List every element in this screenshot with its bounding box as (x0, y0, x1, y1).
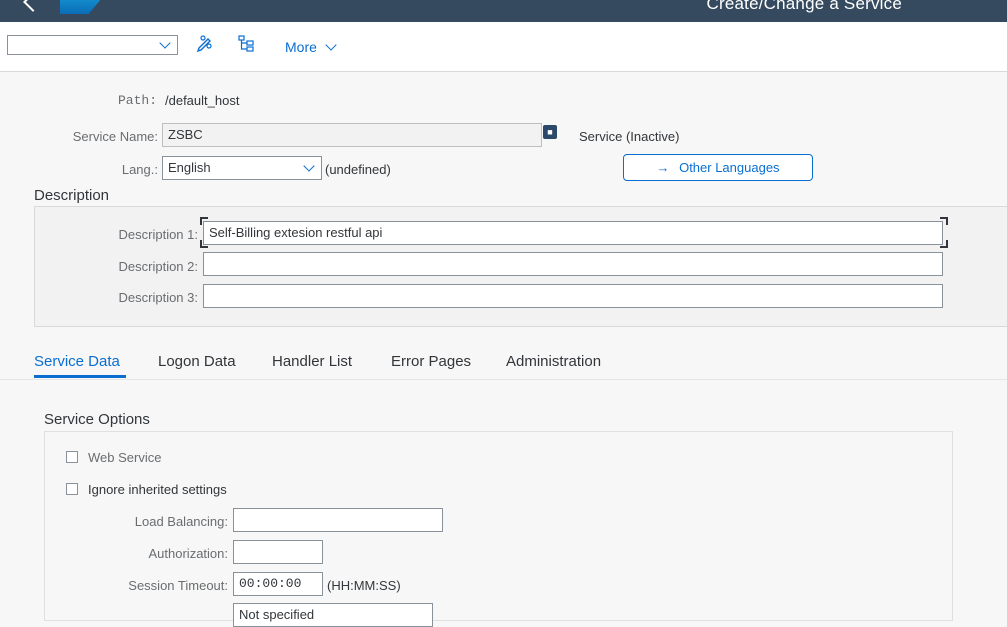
description-2-label: Description 2: (118, 259, 198, 274)
path-value: /default_host (165, 93, 240, 108)
more-label: More (285, 39, 317, 55)
path-label: Path: (118, 93, 158, 108)
sap-logo (60, 0, 112, 14)
compression-select[interactable]: Not specified (233, 603, 433, 627)
focus-corner (940, 217, 948, 225)
tab-error-pages[interactable]: Error Pages (391, 353, 471, 370)
hierarchy-icon[interactable] (235, 34, 257, 56)
chevron-down-icon (159, 37, 171, 49)
description-3-label: Description 3: (118, 290, 198, 305)
description-2-input[interactable] (203, 252, 943, 276)
load-balancing-input[interactable] (233, 508, 443, 532)
more-button[interactable]: More (285, 39, 337, 55)
language-select[interactable]: English (162, 156, 322, 180)
service-status-text: Service (Inactive) (579, 129, 680, 144)
tab-handler-list[interactable]: Handler List (272, 353, 352, 370)
other-languages-button[interactable]: → Other Languages (623, 154, 813, 181)
shell-bar: Create/Change a Service (0, 0, 1007, 22)
web-service-checkbox[interactable] (66, 451, 78, 463)
focus-corner (200, 217, 208, 225)
service-name-label: Service Name: (72, 129, 158, 144)
back-arrow-icon[interactable] (23, 0, 43, 12)
service-options-title: Service Options (44, 411, 150, 428)
focus-corner (940, 240, 948, 248)
service-name-field: ZSBC (162, 123, 542, 147)
lang-label: Lang.: (121, 162, 158, 177)
arrow-right-icon: → (656, 160, 670, 175)
load-balancing-label: Load Balancing: (134, 514, 228, 529)
session-timeout-format: (HH:MM:SS) (327, 578, 401, 593)
focus-corner (200, 240, 208, 248)
other-languages-label: Other Languages (679, 160, 780, 175)
compression-value: Not specified (239, 607, 315, 622)
language-note: (undefined) (325, 162, 391, 177)
pencil-glasses-icon[interactable] (194, 34, 216, 56)
tab-service-data[interactable]: Service Data (34, 353, 120, 370)
tab-bar: Service Data Logon Data Handler List Err… (0, 341, 1007, 380)
authorization-label: Authorization: (148, 546, 229, 561)
tab-logon-data[interactable]: Logon Data (158, 353, 236, 370)
language-value: English (168, 160, 211, 175)
service-name-value: ZSBC (168, 127, 203, 142)
description-title: Description (34, 187, 110, 204)
description-3-input[interactable] (203, 284, 943, 308)
chevron-down-icon (303, 160, 315, 172)
authorization-input[interactable] (233, 540, 323, 564)
tab-administration[interactable]: Administration (506, 353, 601, 370)
shell-title: Create/Change a Service (706, 0, 902, 13)
service-status-icon[interactable]: ■ (543, 125, 557, 139)
session-timeout-value: 00:00:00 (239, 576, 302, 591)
active-tab-indicator (34, 375, 126, 378)
session-timeout-input[interactable]: 00:00:00 (233, 572, 323, 596)
session-timeout-label: Session Timeout: (128, 578, 228, 593)
description-1-label: Description 1: (118, 227, 198, 242)
ignore-inherited-checkbox[interactable] (66, 483, 78, 495)
toolbar-select[interactable] (7, 35, 178, 55)
toolbar: More (0, 22, 1007, 72)
description-1-value: Self-Billing extesion restful api (209, 225, 383, 240)
ignore-inherited-label: Ignore inherited settings (88, 482, 227, 497)
chevron-down-icon (325, 39, 337, 51)
description-1-input[interactable]: Self-Billing extesion restful api (203, 221, 943, 245)
web-service-label: Web Service (88, 450, 162, 465)
